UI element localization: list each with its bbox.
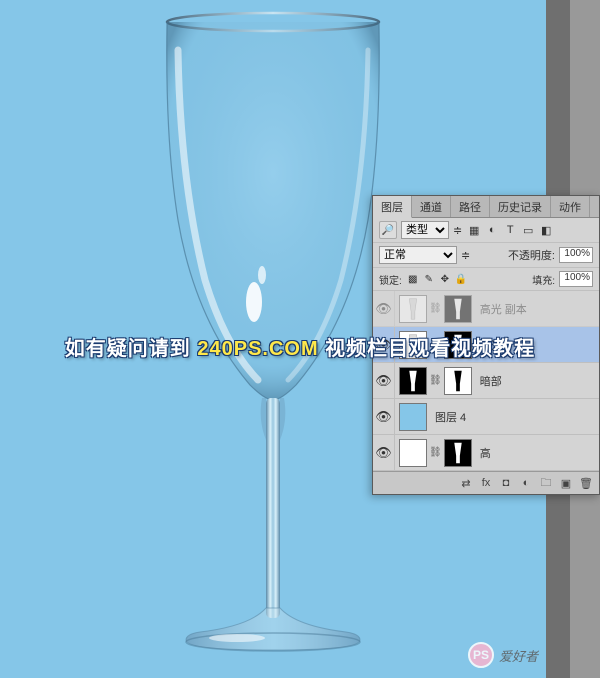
fx-icon[interactable]: fx: [477, 475, 495, 491]
panel-footer: ⇄ fx ◘ ◐ 🗀 ▣ 🗑: [373, 471, 599, 494]
filter-shape-icon[interactable]: ▭: [520, 222, 536, 238]
lock-icons: ▩ ✎ ✥ 🔒: [406, 272, 468, 286]
tab-paths[interactable]: 路径: [451, 196, 490, 217]
link-layers-icon[interactable]: ⇄: [457, 475, 475, 491]
blend-dropdown-icon: ≑: [461, 249, 470, 262]
layer-row[interactable]: 👁 图层 4: [373, 399, 599, 435]
layer-name[interactable]: 图层 4: [431, 409, 466, 425]
layer-row[interactable]: 👁 ⛓ 高光 副本: [373, 291, 599, 327]
opacity-input[interactable]: 100%: [559, 247, 593, 263]
opacity-label: 不透明度:: [508, 247, 555, 263]
mask-icon[interactable]: ◘: [497, 475, 515, 491]
layer-thumbnail[interactable]: [399, 403, 427, 431]
layer-name[interactable]: 暗部: [476, 373, 502, 389]
tab-history[interactable]: 历史记录: [490, 196, 551, 217]
delete-icon[interactable]: 🗑: [577, 475, 595, 491]
layer-row[interactable]: 👁 ⛓ 暗部: [373, 363, 599, 399]
layers-list: 👁 ⛓ 高光 副本 👁 ⛓ 高光 👁 ⛓ 暗部: [373, 291, 599, 471]
lock-position-icon[interactable]: ✥: [438, 272, 452, 286]
blend-mode-select[interactable]: 正常: [379, 246, 457, 264]
watermark: PS 爱好者: [468, 642, 538, 668]
filter-icons: ▦ ◐ T ▭ ◧: [466, 222, 554, 238]
kind-filter-select[interactable]: 类型: [401, 221, 449, 239]
fill-label: 填充:: [532, 272, 555, 287]
new-layer-icon[interactable]: ▣: [557, 475, 575, 491]
filter-smart-icon[interactable]: ◧: [538, 222, 554, 238]
layer-name[interactable]: 高: [476, 445, 491, 461]
lock-row: 锁定: ▩ ✎ ✥ 🔒 填充: 100%: [373, 268, 599, 291]
lock-pixels-icon[interactable]: ✎: [422, 272, 436, 286]
filter-row: 🔎 类型 ≑ ▦ ◐ T ▭ ◧: [373, 218, 599, 243]
link-icon: ⛓: [429, 447, 442, 458]
mask-thumbnail[interactable]: [444, 295, 472, 323]
adjustment-icon[interactable]: ◐: [517, 475, 535, 491]
layer-thumbnail[interactable]: [399, 295, 427, 323]
layer-name[interactable]: 高光 副本: [476, 301, 527, 317]
visibility-toggle[interactable]: 👁: [373, 291, 395, 326]
instruction-overlay: 如有疑问请到 240PS.COM 视频栏目观看视频教程: [0, 332, 600, 361]
search-icon[interactable]: 🔎: [379, 221, 397, 239]
mask-thumbnail[interactable]: [444, 367, 472, 395]
layer-row[interactable]: 👁 ⛓ 高: [373, 435, 599, 471]
link-icon: ⛓: [429, 375, 442, 386]
tab-layers[interactable]: 图层: [373, 196, 412, 218]
filter-type-icon[interactable]: T: [502, 222, 518, 238]
lock-all-icon[interactable]: 🔒: [454, 272, 468, 286]
overlay-suffix: 视频栏目观看视频教程: [319, 338, 536, 360]
mask-thumbnail[interactable]: [444, 439, 472, 467]
fill-input[interactable]: 100%: [559, 271, 593, 287]
group-icon[interactable]: 🗀: [537, 475, 555, 491]
lock-label: 锁定:: [379, 272, 402, 287]
overlay-highlight: 240PS.COM: [197, 338, 318, 360]
tab-actions[interactable]: 动作: [551, 196, 590, 217]
panel-tabs: 图层 通道 路径 历史记录 动作: [373, 196, 599, 218]
visibility-toggle[interactable]: 👁: [373, 399, 395, 434]
lock-transparent-icon[interactable]: ▩: [406, 272, 420, 286]
link-icon: ⛓: [429, 303, 442, 314]
layer-thumbnail[interactable]: [399, 439, 427, 467]
filter-dropdown-icon[interactable]: ≑: [453, 224, 462, 237]
tab-channels[interactable]: 通道: [412, 196, 451, 217]
visibility-toggle[interactable]: 👁: [373, 435, 395, 470]
watermark-text: 爱好者: [499, 646, 538, 665]
visibility-toggle[interactable]: 👁: [373, 363, 395, 398]
blend-row: 正常 ≑ 不透明度: 100%: [373, 243, 599, 268]
filter-pixel-icon[interactable]: ▦: [466, 222, 482, 238]
filter-adjust-icon[interactable]: ◐: [484, 222, 500, 238]
layer-thumbnail[interactable]: [399, 367, 427, 395]
watermark-logo: PS: [468, 642, 494, 668]
overlay-prefix: 如有疑问请到: [65, 338, 198, 360]
